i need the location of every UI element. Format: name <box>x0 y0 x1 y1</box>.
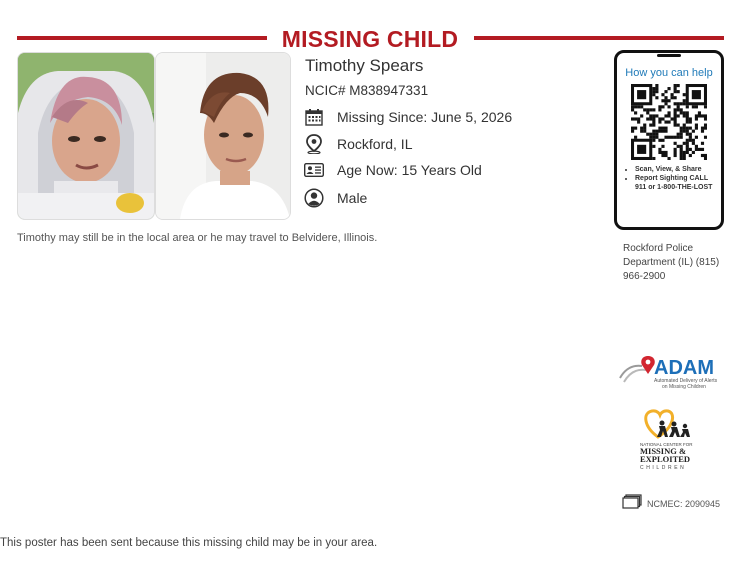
location-text: Rockford, IL <box>337 136 413 152</box>
help-bullet-scan: Scan, View, & Share <box>635 165 719 174</box>
location-row: Rockford, IL <box>304 134 412 154</box>
child-photo-2 <box>155 52 291 220</box>
help-bullet-report: Report Sighting CALL 911 or 1-800-THE-LO… <box>635 174 719 192</box>
ncmec-line-3: EXPLOITED <box>640 454 690 464</box>
ncmec-logo: NATIONAL CENTER FOR MISSING & EXPLOITED … <box>638 407 700 478</box>
person-icon <box>304 188 324 208</box>
footer-note: This poster has been sent because this m… <box>0 537 378 549</box>
ncic-number: NCIC# M838947331 <box>305 83 429 98</box>
adam-wordmark: ADAM <box>654 357 714 379</box>
agency-contact: Rockford Police Department (IL) (815) 96… <box>623 243 720 282</box>
case-number: NCMEC: 2090945 <box>647 499 721 509</box>
age-row: Age Now: 15 Years Old <box>304 160 482 180</box>
child-photo-1 <box>17 52 155 220</box>
help-phone-panel: How you can help Scan, View, & Share Rep… <box>614 50 724 230</box>
map-pin-icon <box>304 134 324 154</box>
missing-since-row: Missing Since: June 5, 2026 <box>304 107 512 127</box>
sex-row: Male <box>304 188 367 208</box>
poster-title: MISSING CHILD <box>281 26 459 52</box>
help-heading: How you can help <box>625 67 713 79</box>
ncmec-line-4: CHILDREN <box>640 465 686 471</box>
case-number-row: NCMEC: 2090945 <box>622 494 720 514</box>
calendar-icon <box>304 107 324 127</box>
header-rule-right <box>474 36 724 40</box>
phone-notch <box>657 54 681 57</box>
description: Timothy may still be in the local area o… <box>17 232 378 244</box>
folder-icon <box>622 494 642 514</box>
age-text: Age Now: 15 Years Old <box>337 162 482 178</box>
qr-code[interactable] <box>631 84 708 165</box>
sex-text: Male <box>337 190 368 206</box>
adam-subtitle-2: on Missing Children <box>662 384 706 390</box>
help-list: Scan, View, & Share Report Sighting CALL… <box>617 165 719 192</box>
header-rule-left <box>17 36 267 40</box>
missing-since-text: Missing Since: June 5, 2026 <box>337 109 513 125</box>
adam-logo: ADAM Automated Delivery of Alerts on Mis… <box>618 352 722 397</box>
child-name: Timothy Spears <box>305 56 424 75</box>
id-card-icon <box>304 160 324 180</box>
